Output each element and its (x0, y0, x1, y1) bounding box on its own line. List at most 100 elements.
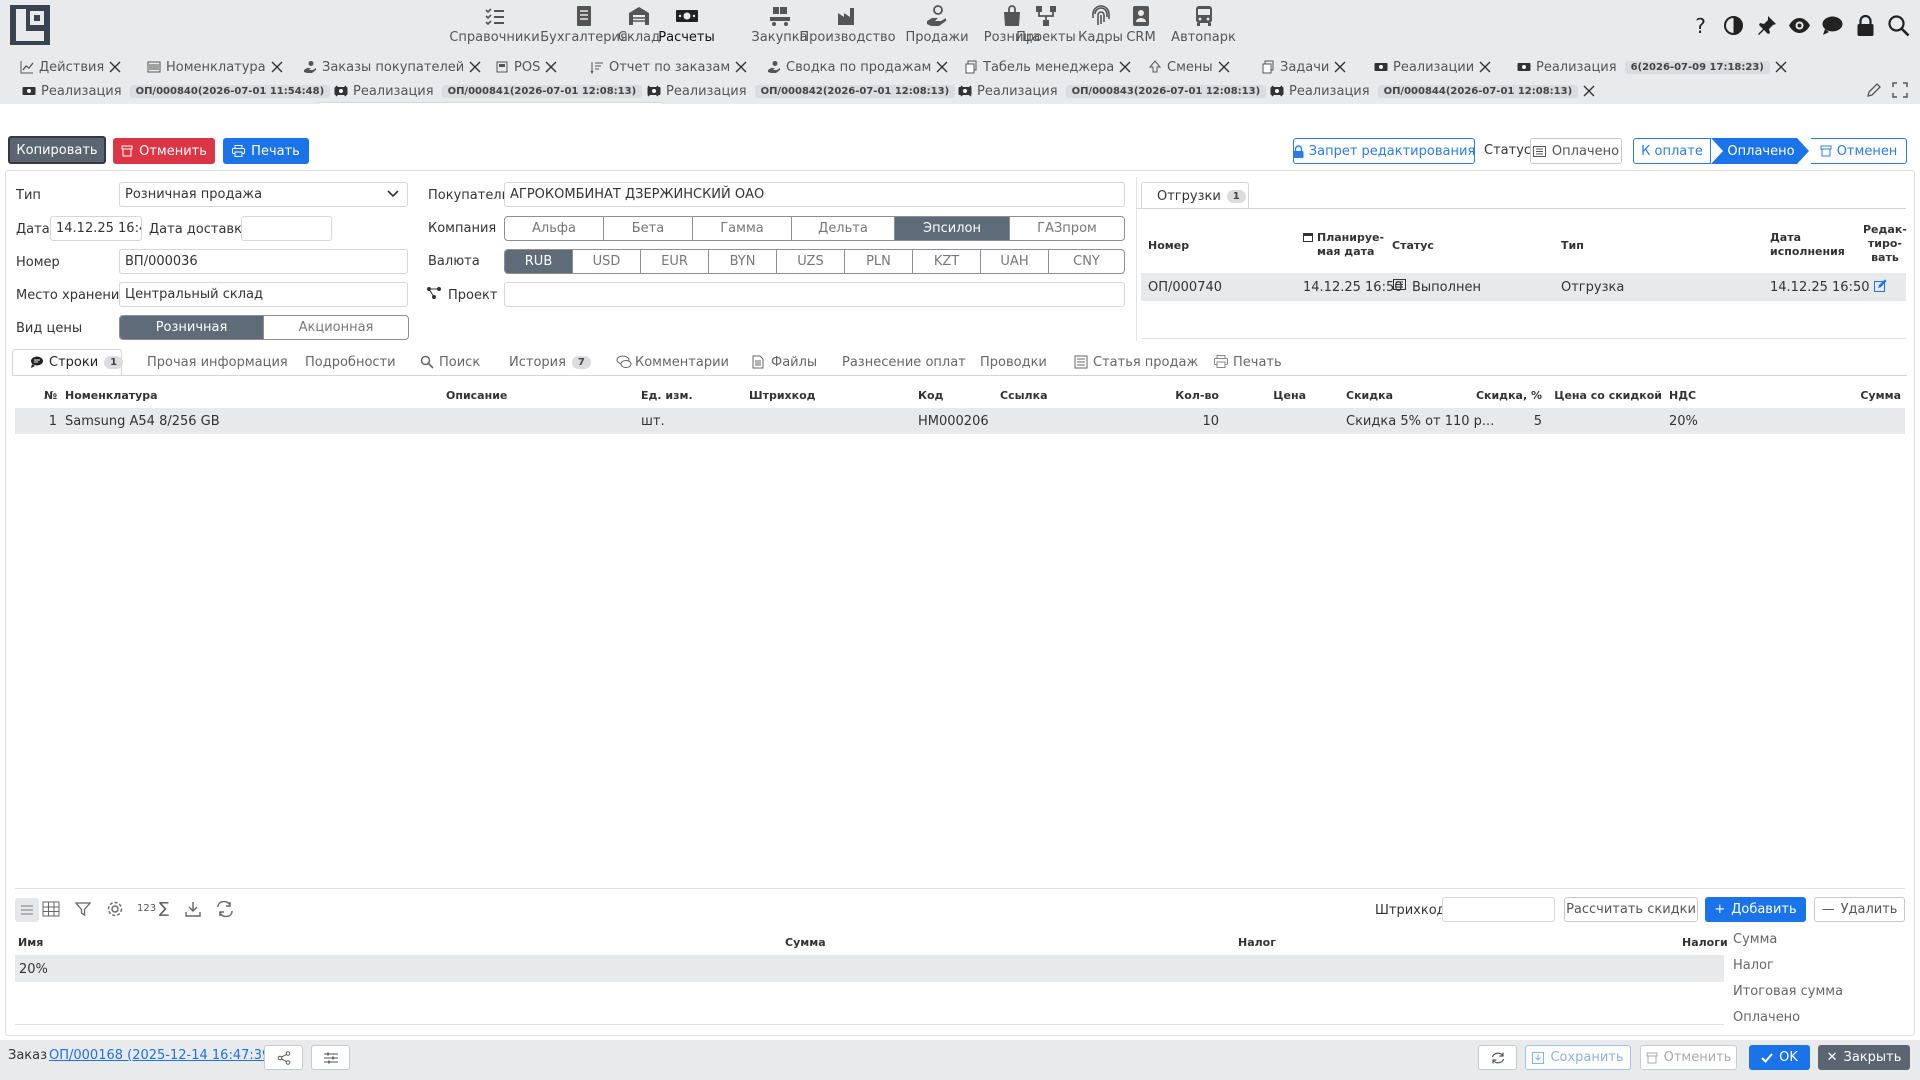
edit-icon[interactable] (1874, 279, 1887, 292)
save-button[interactable]: Сохранить (1525, 1045, 1631, 1070)
cancel-button[interactable]: Отменить (1640, 1045, 1737, 1070)
lines-col-vat[interactable]: НДС (1669, 389, 1696, 402)
close-tab-icon[interactable] (468, 60, 482, 74)
subtab-2[interactable]: Прочая информация (147, 350, 288, 374)
close-tab-icon[interactable] (1118, 60, 1132, 74)
cancel-document-button[interactable]: Отменить (113, 138, 215, 164)
close-tab-icon[interactable] (270, 60, 284, 74)
close-tab-icon[interactable] (1478, 60, 1492, 74)
tab-табель-менеджера[interactable]: Табель менеджера (964, 55, 1132, 79)
storage-input[interactable]: Центральный склад (119, 282, 408, 307)
delete-line-button[interactable]: — Удалить (1814, 897, 1905, 922)
currency-option-uzs[interactable]: UZS (777, 250, 845, 273)
company-option-альфа[interactable]: Альфа (505, 217, 604, 240)
subtab-8[interactable]: Разнесение оплат (842, 350, 966, 374)
subtab-5[interactable]: История 7 (509, 350, 591, 374)
subtab-1[interactable]: Строки 1 (30, 350, 124, 374)
company-option-эпсилон[interactable]: Эпсилон (895, 217, 1010, 240)
sliders-button[interactable] (311, 1045, 350, 1070)
company-option-дельта[interactable]: Дельта (792, 217, 895, 240)
copy-button[interactable]: Копировать (8, 136, 106, 164)
help-icon[interactable]: ? (1689, 14, 1712, 37)
nav-contact[interactable]: CRM (1116, 0, 1166, 50)
buyer-input[interactable]: АГРОКОМБИНАТ ДЗЕРЖИНСКИЙ ОАО (504, 182, 1125, 207)
sum-icon[interactable]: ∑ (159, 899, 169, 917)
currency-option-usd[interactable]: USD (573, 250, 641, 273)
tab-pos[interactable]: POS (495, 55, 558, 79)
step-cancelled[interactable]: Отменен (1811, 138, 1907, 164)
tab-заказы-покупателей[interactable]: Заказы покупателей (303, 55, 482, 79)
currency-option-eur[interactable]: EUR (641, 250, 709, 273)
lock-icon[interactable] (1854, 14, 1877, 37)
tab-номенклатура[interactable]: Номенклатура (147, 55, 284, 79)
currency-option-cny[interactable]: CNY (1049, 250, 1124, 273)
reload-button[interactable] (1478, 1045, 1517, 1070)
subtab-10[interactable]: Статья продаж (1074, 350, 1198, 374)
download-icon[interactable] (185, 901, 201, 917)
lines-col-desc[interactable]: Описание (446, 389, 507, 402)
pin-icon[interactable] (1755, 14, 1778, 37)
lines-col-discount_pct[interactable]: Скидка, % (1476, 389, 1542, 402)
add-line-button[interactable]: + Добавить (1705, 897, 1806, 922)
table-row[interactable] (15, 955, 1724, 982)
close-tab-icon[interactable] (1217, 60, 1231, 74)
close-tab-icon[interactable] (1333, 60, 1347, 74)
currency-option-pln[interactable]: PLN (845, 250, 913, 273)
subtab-7[interactable]: Файлы (752, 350, 817, 374)
number-input[interactable]: ВП/000036 (119, 249, 408, 274)
close-tab-icon[interactable] (108, 60, 122, 74)
price-option-retail[interactable]: Розничная (120, 316, 264, 339)
filter-icon[interactable] (75, 901, 91, 917)
type-select[interactable]: Розничная продажа (119, 182, 408, 207)
company-option-гамма[interactable]: Гамма (693, 217, 792, 240)
lines-col-name[interactable]: Номенклатура (65, 389, 158, 402)
currency-option-byn[interactable]: BYN (709, 250, 777, 273)
tab-действия[interactable]: Действия (20, 55, 122, 79)
close-tab-icon[interactable] (544, 60, 558, 74)
tab-document[interactable]: Реализация ОП/000842(2026-07-01 12:08:13) (647, 79, 973, 103)
lines-col-price_disc[interactable]: Цена со скидкой (1554, 389, 1662, 402)
lines-col-code[interactable]: Код (918, 389, 943, 402)
eye-icon[interactable] (1788, 14, 1811, 37)
subtab-9[interactable]: Проводки (980, 350, 1047, 374)
lines-col-qty[interactable]: Кол-во (1175, 389, 1219, 402)
price-option-promo[interactable]: Акционная (264, 316, 408, 339)
edit-lock-button[interactable]: Запрет редактирования (1293, 138, 1475, 164)
settings-icon[interactable] (106, 900, 124, 918)
lines-col-price[interactable]: Цена (1273, 389, 1306, 402)
subtab-4[interactable]: Поиск (420, 350, 480, 374)
step-to-pay[interactable]: К оплате (1633, 138, 1711, 164)
subtab-11[interactable]: Печать (1214, 350, 1282, 374)
ok-button[interactable]: OK (1749, 1045, 1810, 1070)
count-label[interactable]: 123 (137, 903, 156, 914)
nav-warehouse[interactable]: Склад (614, 0, 664, 50)
currency-option-rub[interactable]: RUB (505, 250, 573, 273)
tab-сводка-по-продажам[interactable]: Сводка по продажам (767, 55, 949, 79)
subtab-3[interactable]: Подробности (305, 350, 396, 374)
company-option-бета[interactable]: Бета (604, 217, 693, 240)
lines-col-discount[interactable]: Скидка (1346, 389, 1393, 402)
step-paid[interactable]: Оплачено (1711, 138, 1811, 164)
grid-view-icon[interactable] (42, 901, 60, 917)
nav-money[interactable]: Расчеты (658, 0, 715, 50)
tab-document[interactable]: Реализация ОП/000844(2026-07-01 12:08:13) (1270, 79, 1596, 103)
nav-list-check[interactable]: Справочники (447, 0, 542, 50)
close-tab-icon[interactable] (1774, 60, 1788, 74)
order-link[interactable]: ОП/000168 (2025-12-14 16:47:39) (49, 1048, 275, 1063)
pencil-icon[interactable] (1866, 82, 1882, 98)
company-option-газпром[interactable]: ГАЗпром (1010, 217, 1124, 240)
tab-смены[interactable]: Смены (1148, 55, 1231, 79)
close-tab-icon[interactable] (935, 60, 949, 74)
tab-задачи[interactable]: Задачи (1261, 55, 1347, 79)
fullscreen-icon[interactable] (1892, 82, 1908, 98)
close-tab-icon[interactable] (734, 60, 748, 74)
subtab-6[interactable]: Комментарии (616, 350, 729, 374)
nav-network[interactable]: Проекты (1016, 0, 1076, 50)
lines-col-link[interactable]: Ссылка (1000, 389, 1048, 402)
project-input[interactable] (504, 282, 1125, 307)
currency-option-kzt[interactable]: KZT (913, 250, 981, 273)
nav-factory[interactable]: Производство (799, 0, 896, 50)
nav-bus[interactable]: Автопарк (1166, 0, 1241, 50)
chat-icon[interactable] (1821, 14, 1844, 37)
tab-document[interactable]: Реализация 6(2026-07-09 17:18:23) (1517, 55, 1788, 79)
